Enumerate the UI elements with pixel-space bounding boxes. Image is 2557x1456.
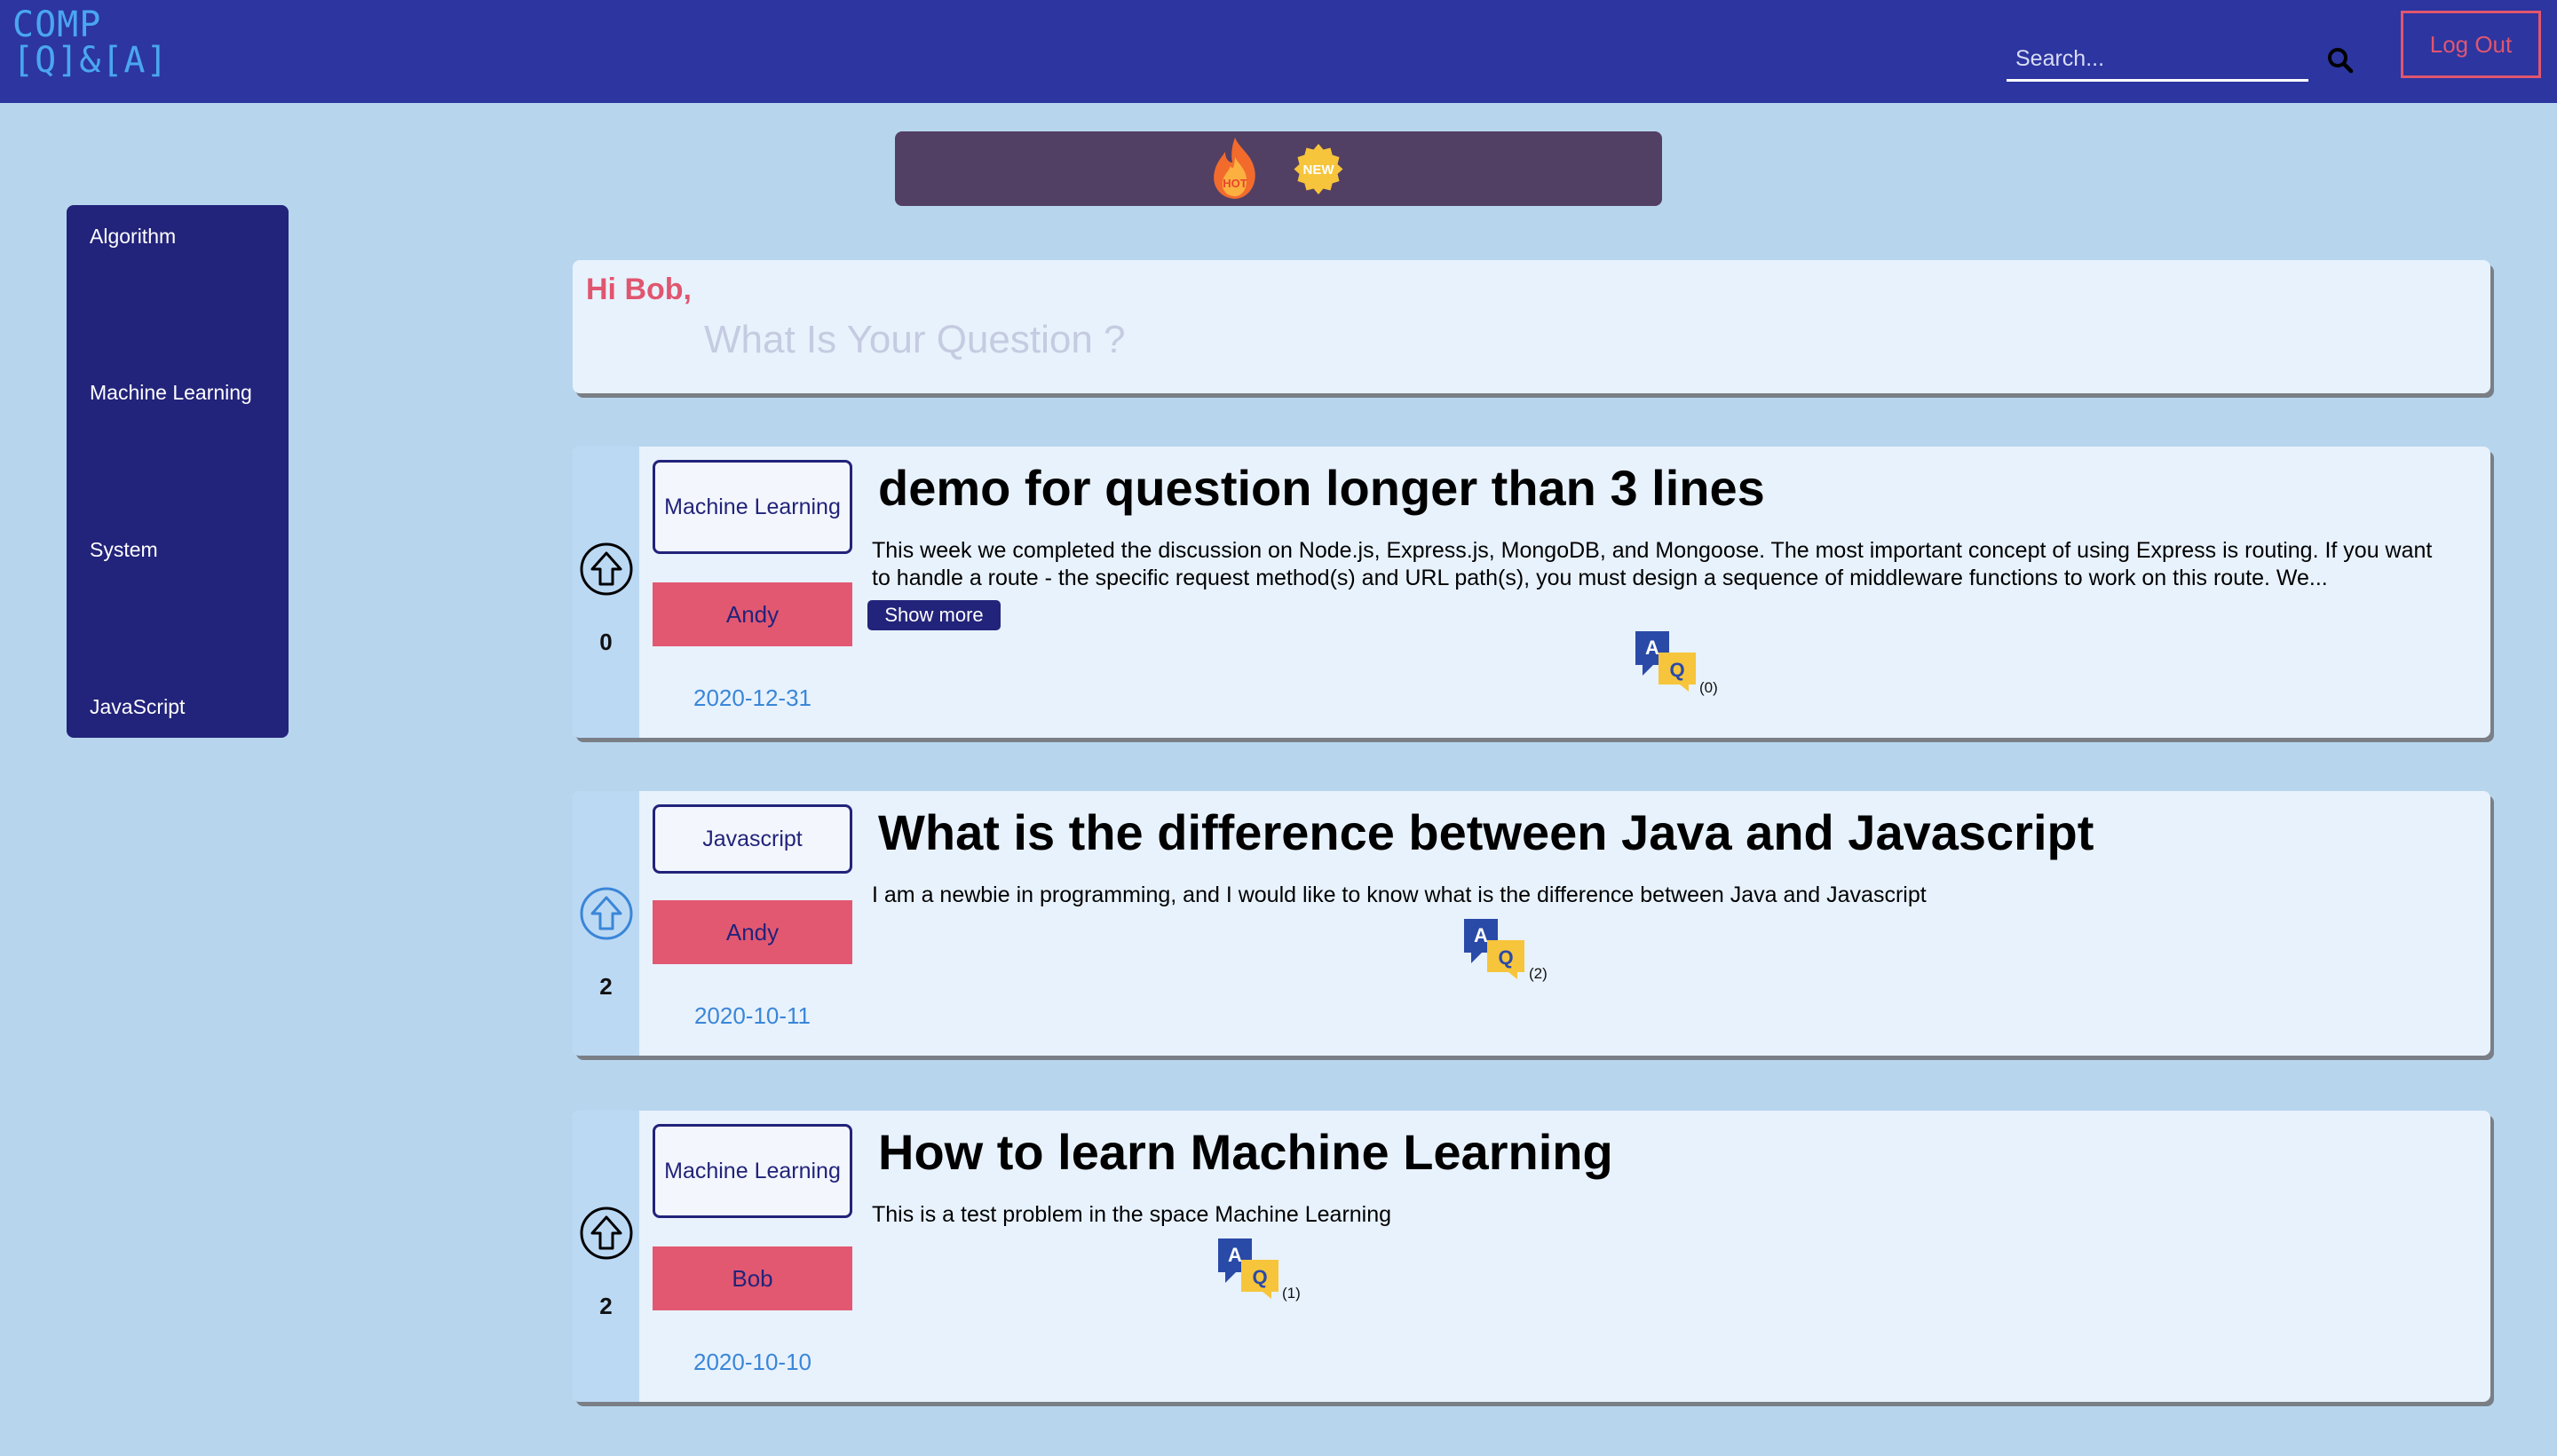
svg-text:Q: Q — [1252, 1266, 1267, 1288]
ask-question-box: Hi Bob, — [573, 260, 2490, 393]
search-icon[interactable] — [2324, 44, 2356, 76]
svg-text:NEW: NEW — [1303, 162, 1335, 178]
top-header: COMP [Q]&[A] Log Out — [0, 0, 2557, 103]
search-container — [2007, 39, 2308, 82]
logo-line-2: [Q]&[A] — [12, 40, 169, 81]
logout-button[interactable]: Log Out — [2401, 11, 2541, 78]
upvote-icon[interactable] — [579, 886, 634, 941]
question-input[interactable] — [704, 313, 2391, 367]
question-body: This is a test problem in the space Mach… — [872, 1202, 1392, 1227]
svg-text:A: A — [1474, 924, 1488, 946]
answers-icon[interactable]: A Q — [1462, 917, 1528, 981]
sort-filter-bar: HOT NEW — [895, 131, 1662, 206]
vote-count: 0 — [599, 629, 613, 655]
question-body: This week we completed the discussion on… — [872, 538, 2433, 590]
vote-count: 2 — [599, 973, 613, 1000]
greeting-text: Hi Bob, — [586, 273, 692, 306]
author-button[interactable]: Andy — [653, 582, 852, 646]
vote-column: 0 — [573, 447, 639, 738]
vote-count: 2 — [599, 1293, 613, 1319]
vote-column: 2 — [573, 791, 639, 1056]
svg-text:A: A — [1645, 637, 1659, 659]
sidebar-item-algorithm[interactable]: Algorithm — [90, 225, 176, 249]
svg-text:Q: Q — [1498, 946, 1513, 969]
question-tag[interactable]: Machine Learning — [653, 460, 852, 554]
question-title[interactable]: What is the difference between Java and … — [878, 803, 2094, 861]
logo-line-1: COMP — [12, 4, 102, 45]
svg-text:HOT: HOT — [1223, 177, 1247, 190]
question-date: 2020-10-10 — [693, 1349, 811, 1375]
answer-count: (2) — [1529, 965, 1548, 982]
sidebar-item-system[interactable]: System — [90, 538, 158, 562]
question-card: 0 Machine Learning Andy 2020-12-31 demo … — [573, 447, 2490, 738]
new-icon[interactable]: NEW — [1287, 138, 1350, 200]
app-logo[interactable]: COMP [Q]&[A] — [12, 7, 169, 78]
question-tag[interactable]: Javascript — [653, 804, 852, 874]
upvote-icon[interactable] — [579, 542, 634, 597]
answer-count: (1) — [1282, 1285, 1301, 1302]
question-card: 2 Javascript Andy 2020-10-11 What is the… — [573, 791, 2490, 1056]
question-body: I am a newbie in programming, and I woul… — [872, 882, 1927, 907]
answers-icon[interactable]: A Q — [1634, 629, 1699, 693]
category-sidebar: Algorithm Machine Learning System JavaSc… — [67, 205, 289, 738]
hot-icon[interactable]: HOT — [1207, 136, 1263, 202]
answer-count: (0) — [1699, 679, 1718, 696]
svg-text:A: A — [1228, 1244, 1242, 1266]
vote-column: 2 — [573, 1111, 639, 1402]
question-card: 2 Machine Learning Bob 2020-10-10 How to… — [573, 1111, 2490, 1402]
question-title[interactable]: How to learn Machine Learning — [878, 1123, 1613, 1181]
sidebar-item-javascript[interactable]: JavaScript — [90, 695, 185, 719]
search-input[interactable] — [2007, 39, 2308, 79]
question-title[interactable]: demo for question longer than 3 lines — [878, 459, 1765, 517]
question-date: 2020-12-31 — [693, 684, 811, 711]
svg-text:Q: Q — [1669, 659, 1684, 681]
upvote-icon[interactable] — [579, 1206, 634, 1261]
author-button[interactable]: Bob — [653, 1246, 852, 1310]
author-button[interactable]: Andy — [653, 900, 852, 964]
question-tag[interactable]: Machine Learning — [653, 1124, 852, 1218]
question-date: 2020-10-11 — [693, 1002, 811, 1029]
show-more-button[interactable]: Show more — [867, 600, 1001, 630]
answers-icon[interactable]: A Q — [1216, 1237, 1282, 1301]
sidebar-item-machine-learning[interactable]: Machine Learning — [90, 381, 252, 405]
